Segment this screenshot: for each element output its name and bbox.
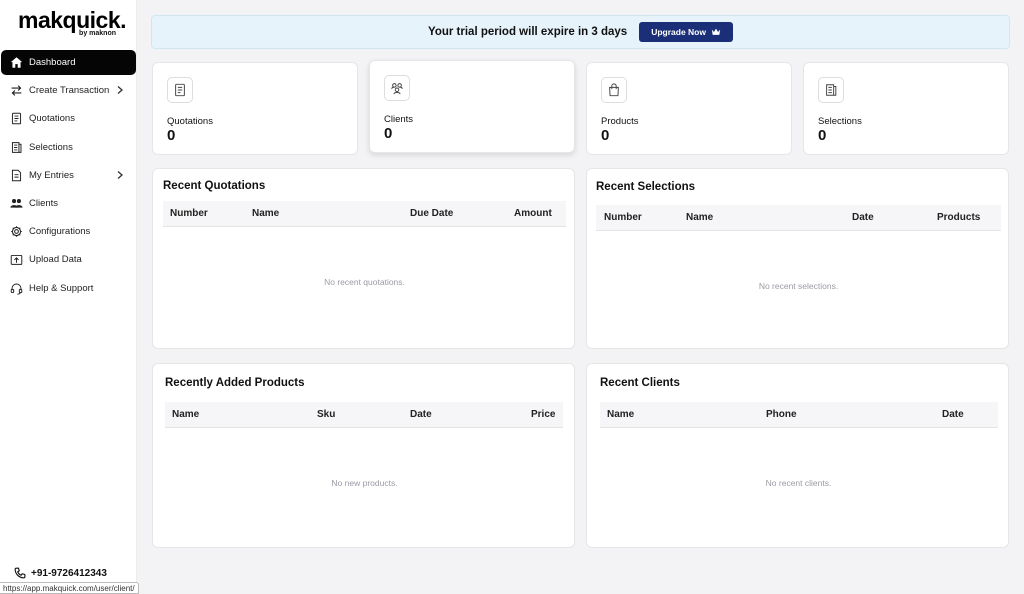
phone-icon <box>14 567 26 579</box>
gear-icon <box>9 225 23 239</box>
sidebar: makquick. by maknon Dashboard Create Tra… <box>0 0 137 594</box>
recent-quotations-panel: Recent Quotations Number Name Due Date A… <box>152 168 575 349</box>
column-header[interactable]: Date <box>410 409 432 420</box>
home-icon <box>9 56 23 70</box>
column-header[interactable]: Amount <box>514 208 552 219</box>
bag-icon <box>601 77 627 103</box>
column-header[interactable]: Name <box>607 409 634 420</box>
brand-logo[interactable]: makquick. by maknon <box>18 6 127 37</box>
empty-state: No new products. <box>331 478 398 488</box>
stat-label: Selections <box>818 116 862 127</box>
column-header[interactable]: Products <box>937 212 980 223</box>
panel-title: Recent Clients <box>600 377 680 389</box>
sidebar-item-label: Configurations <box>29 226 91 238</box>
table-header: Name Phone Date <box>600 402 998 428</box>
recent-products-panel: Recently Added Products Name Sku Date Pr… <box>152 363 575 548</box>
column-header[interactable]: Due Date <box>410 208 453 219</box>
stat-value: 0 <box>167 127 176 144</box>
column-header[interactable]: Phone <box>766 409 797 420</box>
column-header[interactable]: Price <box>531 409 555 420</box>
column-header[interactable]: Number <box>604 212 642 223</box>
browser-status-url: https://app.makquick.com/user/client/ <box>0 582 139 594</box>
recent-clients-panel: Recent Clients Name Phone Date No recent… <box>586 363 1009 548</box>
upload-icon <box>9 253 23 267</box>
sidebar-item-quotations[interactable]: Quotations <box>1 106 136 131</box>
quotation-icon <box>167 77 193 103</box>
crown-icon <box>711 28 721 35</box>
stat-card-selections[interactable]: Selections 0 <box>803 62 1009 155</box>
trial-banner: Your trial period will expire in 3 days … <box>151 15 1010 49</box>
panel-title: Recent Selections <box>596 181 696 193</box>
column-header[interactable]: Sku <box>317 409 335 420</box>
table-header: Number Name Due Date Amount <box>163 201 566 227</box>
support-phone[interactable]: +91-9726412343 <box>14 567 107 579</box>
sidebar-item-label: Help & Support <box>29 282 94 294</box>
stat-card-products[interactable]: Products 0 <box>586 62 792 155</box>
chevron-right-icon <box>117 170 123 179</box>
upgrade-button-label: Upgrade Now <box>651 27 706 37</box>
users-icon <box>9 196 23 210</box>
document-icon <box>9 112 23 126</box>
column-header[interactable]: Name <box>686 212 713 223</box>
clients-icon <box>384 75 410 101</box>
stat-card-clients[interactable]: Clients 0 <box>369 60 575 153</box>
stat-label: Products <box>601 116 639 127</box>
column-header[interactable]: Name <box>172 409 199 420</box>
table-header: Number Name Date Products <box>596 205 1001 231</box>
sidebar-item-label: Upload Data <box>29 254 82 266</box>
sidebar-item-selections[interactable]: Selections <box>1 135 136 160</box>
sidebar-item-help-support[interactable]: Help & Support <box>1 276 136 301</box>
sidebar-item-label: Create Transaction <box>29 85 110 97</box>
empty-state: No recent quotations. <box>324 277 405 287</box>
sidebar-item-configurations[interactable]: Configurations <box>1 219 136 244</box>
sidebar-item-create-transaction[interactable]: Create Transaction <box>1 78 136 103</box>
stat-label: Clients <box>384 114 414 125</box>
stat-value: 0 <box>818 127 827 144</box>
list-icon <box>9 140 23 154</box>
trial-banner-text: Your trial period will expire in 3 days <box>428 26 628 38</box>
file-icon <box>9 168 23 182</box>
recent-selections-panel: Recent Selections Number Name Date Produ… <box>586 168 1009 349</box>
stat-value: 0 <box>384 125 393 142</box>
upgrade-now-button[interactable]: Upgrade Now <box>639 22 733 42</box>
column-header[interactable]: Number <box>170 208 208 219</box>
support-phone-number: +91-9726412343 <box>31 567 107 579</box>
column-header[interactable]: Date <box>942 409 964 420</box>
column-header[interactable]: Date <box>852 212 874 223</box>
selection-icon <box>818 77 844 103</box>
stat-value: 0 <box>601 127 610 144</box>
stat-label: Quotations <box>167 116 213 127</box>
sidebar-item-upload-data[interactable]: Upload Data <box>1 247 136 272</box>
empty-state: No recent clients. <box>765 478 832 488</box>
stat-card-quotations[interactable]: Quotations 0 <box>152 62 358 155</box>
panel-title: Recent Quotations <box>163 180 266 192</box>
sidebar-item-label: Selections <box>29 141 73 153</box>
chevron-right-icon <box>117 86 123 95</box>
table-header: Name Sku Date Price <box>165 402 563 428</box>
sidebar-nav: Dashboard Create Transaction Quotations … <box>0 50 137 304</box>
sidebar-item-label: My Entries <box>29 169 74 181</box>
panel-title: Recently Added Products <box>165 377 305 389</box>
sidebar-item-my-entries[interactable]: My Entries <box>1 163 136 188</box>
arrows-swap-icon <box>9 84 23 98</box>
empty-state: No recent selections. <box>758 281 839 291</box>
column-header[interactable]: Name <box>252 208 279 219</box>
sidebar-item-label: Quotations <box>29 113 75 125</box>
sidebar-item-clients[interactable]: Clients <box>1 191 136 216</box>
sidebar-item-label: Clients <box>29 197 59 209</box>
sidebar-item-dashboard[interactable]: Dashboard <box>1 50 136 75</box>
sidebar-item-label: Dashboard <box>29 57 76 68</box>
headset-icon <box>9 281 23 295</box>
